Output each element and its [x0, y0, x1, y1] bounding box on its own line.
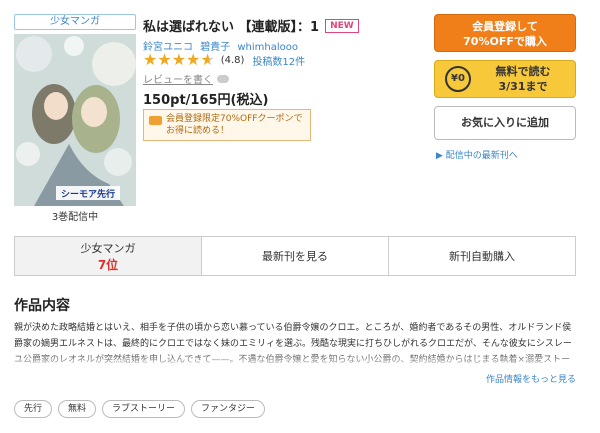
star-icon: ★ [186, 50, 201, 69]
tab-auto-purchase[interactable]: 新刊自動購入 [389, 237, 575, 275]
rating-value: (4.8) [220, 54, 245, 66]
new-badge: NEW [325, 18, 359, 33]
tab-latest-volume[interactable]: 最新刊を見る [202, 237, 389, 275]
star-half-icon: ★ [200, 50, 215, 69]
tag-chip[interactable]: 先行 [14, 400, 53, 418]
register-line-1: 会員登録して [472, 20, 538, 33]
write-review-link[interactable]: レビューを書く [143, 71, 229, 86]
tag-chip[interactable]: ファンタジー [191, 400, 266, 418]
write-review-label: レビューを書く [143, 75, 213, 86]
register-purchase-button[interactable]: 会員登録して 70%OFFで購入 [434, 14, 576, 52]
newest-volume-link[interactable]: ▶ 配信中の最新刊へ [436, 148, 518, 161]
tab-latest-label: 最新刊を見る [262, 250, 328, 263]
read-free-label: 無料で読む 3/31まで [471, 64, 575, 94]
read-free-button[interactable]: ¥0 無料で読む 3/31まで [434, 60, 576, 98]
coupon-tag-icon [149, 116, 162, 125]
coupon-notice[interactable]: 会員登録限定70%OFFクーポンで お得に読める！ [143, 109, 311, 141]
coupon-line-1: 会員登録限定70%OFFクーポンで [166, 114, 303, 124]
add-favorite-button[interactable]: お気に入りに追加 [434, 106, 576, 140]
tab-genre-label: 少女マンガ [80, 241, 136, 255]
cover-imprint-logo: シーモア先行 [60, 190, 115, 200]
rating-row: ★ ★ ★ ★ ★ (4.8) 投稿数12件 [143, 52, 305, 68]
tag-chip[interactable]: 無料 [58, 400, 97, 418]
tab-genre-rank: 7位 [97, 257, 119, 272]
star-icon: ★ [143, 50, 158, 69]
read-free-line-1: 無料で読む [495, 65, 551, 78]
description-fade [14, 352, 576, 370]
section-title: 作品内容 [14, 298, 70, 314]
speech-bubble-icon [217, 74, 229, 83]
tab-genre-ranking[interactable]: 少女マンガ 7位 [15, 237, 202, 275]
rating-stars: ★ ★ ★ ★ ★ [143, 52, 215, 68]
tag-chip[interactable]: ラブストーリー [102, 400, 186, 418]
tab-auto-label: 新刊自動購入 [449, 250, 515, 263]
review-count-link[interactable]: 投稿数12件 [252, 53, 305, 68]
register-line-2: 70%OFFで購入 [463, 35, 547, 48]
cover-image[interactable]: シーモア先行 [14, 34, 136, 206]
price: 150pt/165円(税込) [143, 93, 269, 108]
yen-coin-icon: ¥0 [445, 66, 471, 92]
tag-list: 先行 無料 ラブストーリー ファンタジー [14, 400, 271, 418]
cover-illustration [14, 34, 136, 206]
star-icon: ★ [157, 50, 172, 69]
star-icon: ★ [171, 50, 187, 69]
more-info-link[interactable]: 作品情報をもっと見る [486, 372, 576, 385]
read-free-line-2: 3/31まで [498, 80, 548, 93]
action-tabbar: 少女マンガ 7位 最新刊を見る 新刊自動購入 [14, 236, 576, 276]
genre-badge[interactable]: 少女マンガ [14, 14, 136, 30]
cover-stock: 3巻配信中 [51, 212, 99, 223]
title-row: 私は選ばれない 【連載版】：1 NEW [143, 16, 359, 35]
page-title: 私は選ばれない 【連載版】：1 [143, 20, 320, 35]
coupon-line-2: お得に読める！ [166, 126, 230, 136]
